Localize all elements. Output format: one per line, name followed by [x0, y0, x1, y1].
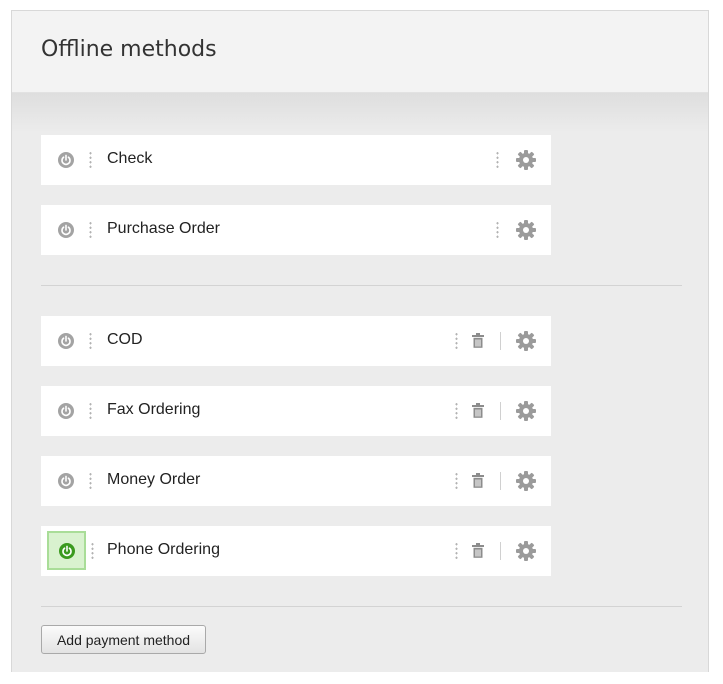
drag-handle-icon[interactable] [496, 151, 499, 169]
payment-method-row-check: Check [41, 135, 551, 185]
gear-icon [516, 220, 536, 240]
trash-icon [472, 333, 484, 348]
gear-icon [516, 401, 536, 421]
payment-method-label: Phone Ordering [107, 541, 220, 558]
power-toggle-button[interactable] [47, 531, 86, 570]
gear-icon [516, 150, 536, 170]
payment-method-label: Fax Ordering [107, 401, 201, 418]
panel-title: Offline methods [41, 37, 217, 62]
gear-icon [516, 541, 536, 561]
action-separator [500, 332, 501, 350]
settings-button[interactable] [515, 219, 537, 241]
delete-button[interactable] [471, 402, 485, 419]
settings-button[interactable] [515, 540, 537, 562]
power-toggle-button[interactable] [51, 396, 81, 426]
drag-handle-icon[interactable] [455, 472, 458, 490]
power-icon [58, 152, 74, 168]
drag-handle-icon[interactable] [455, 542, 458, 560]
gear-icon [516, 471, 536, 491]
settings-button[interactable] [515, 470, 537, 492]
payment-method-label: Purchase Order [107, 220, 220, 237]
power-icon [58, 333, 74, 349]
payment-method-row-cod: COD [41, 316, 551, 366]
payment-method-row-phone-ordering: Phone Ordering [41, 526, 551, 576]
settings-button[interactable] [515, 400, 537, 422]
offline-methods-panel: Offline methods Check Purchase Order COD… [11, 10, 709, 672]
power-icon [58, 473, 74, 489]
payment-method-row-money-order: Money Order [41, 456, 551, 506]
drag-handle-icon[interactable] [455, 332, 458, 350]
drag-handle-icon[interactable] [89, 332, 92, 350]
add-payment-method-button[interactable]: Add payment method [41, 625, 206, 654]
delete-button[interactable] [471, 542, 485, 559]
settings-button[interactable] [515, 330, 537, 352]
payment-method-label: COD [107, 331, 143, 348]
power-toggle-button[interactable] [51, 145, 81, 175]
drag-handle-icon[interactable] [89, 221, 92, 239]
panel-header: Offline methods [12, 11, 708, 93]
payment-method-row-fax-ordering: Fax Ordering [41, 386, 551, 436]
action-separator [500, 402, 501, 420]
drag-handle-icon[interactable] [91, 542, 94, 560]
power-toggle-button[interactable] [51, 466, 81, 496]
trash-icon [472, 473, 484, 488]
power-toggle-button[interactable] [51, 326, 81, 356]
power-icon [58, 542, 75, 559]
power-icon [58, 222, 74, 238]
gear-icon [516, 331, 536, 351]
section-divider [41, 285, 682, 286]
drag-handle-icon[interactable] [89, 472, 92, 490]
delete-button[interactable] [471, 472, 485, 489]
trash-icon [472, 403, 484, 418]
payment-method-label: Check [107, 150, 153, 167]
settings-button[interactable] [515, 149, 537, 171]
drag-handle-icon[interactable] [89, 151, 92, 169]
drag-handle-icon[interactable] [89, 402, 92, 420]
trash-icon [472, 543, 484, 558]
drag-handle-icon[interactable] [455, 402, 458, 420]
section-divider [41, 606, 682, 607]
drag-handle-icon[interactable] [496, 221, 499, 239]
action-separator [500, 472, 501, 490]
action-separator [500, 542, 501, 560]
panel-body: Check Purchase Order COD Fax Ordering Mo… [12, 93, 708, 672]
power-icon [58, 403, 74, 419]
power-toggle-button[interactable] [51, 215, 81, 245]
payment-method-label: Money Order [107, 471, 201, 488]
payment-method-row-purchase-order: Purchase Order [41, 205, 551, 255]
delete-button[interactable] [471, 332, 485, 349]
